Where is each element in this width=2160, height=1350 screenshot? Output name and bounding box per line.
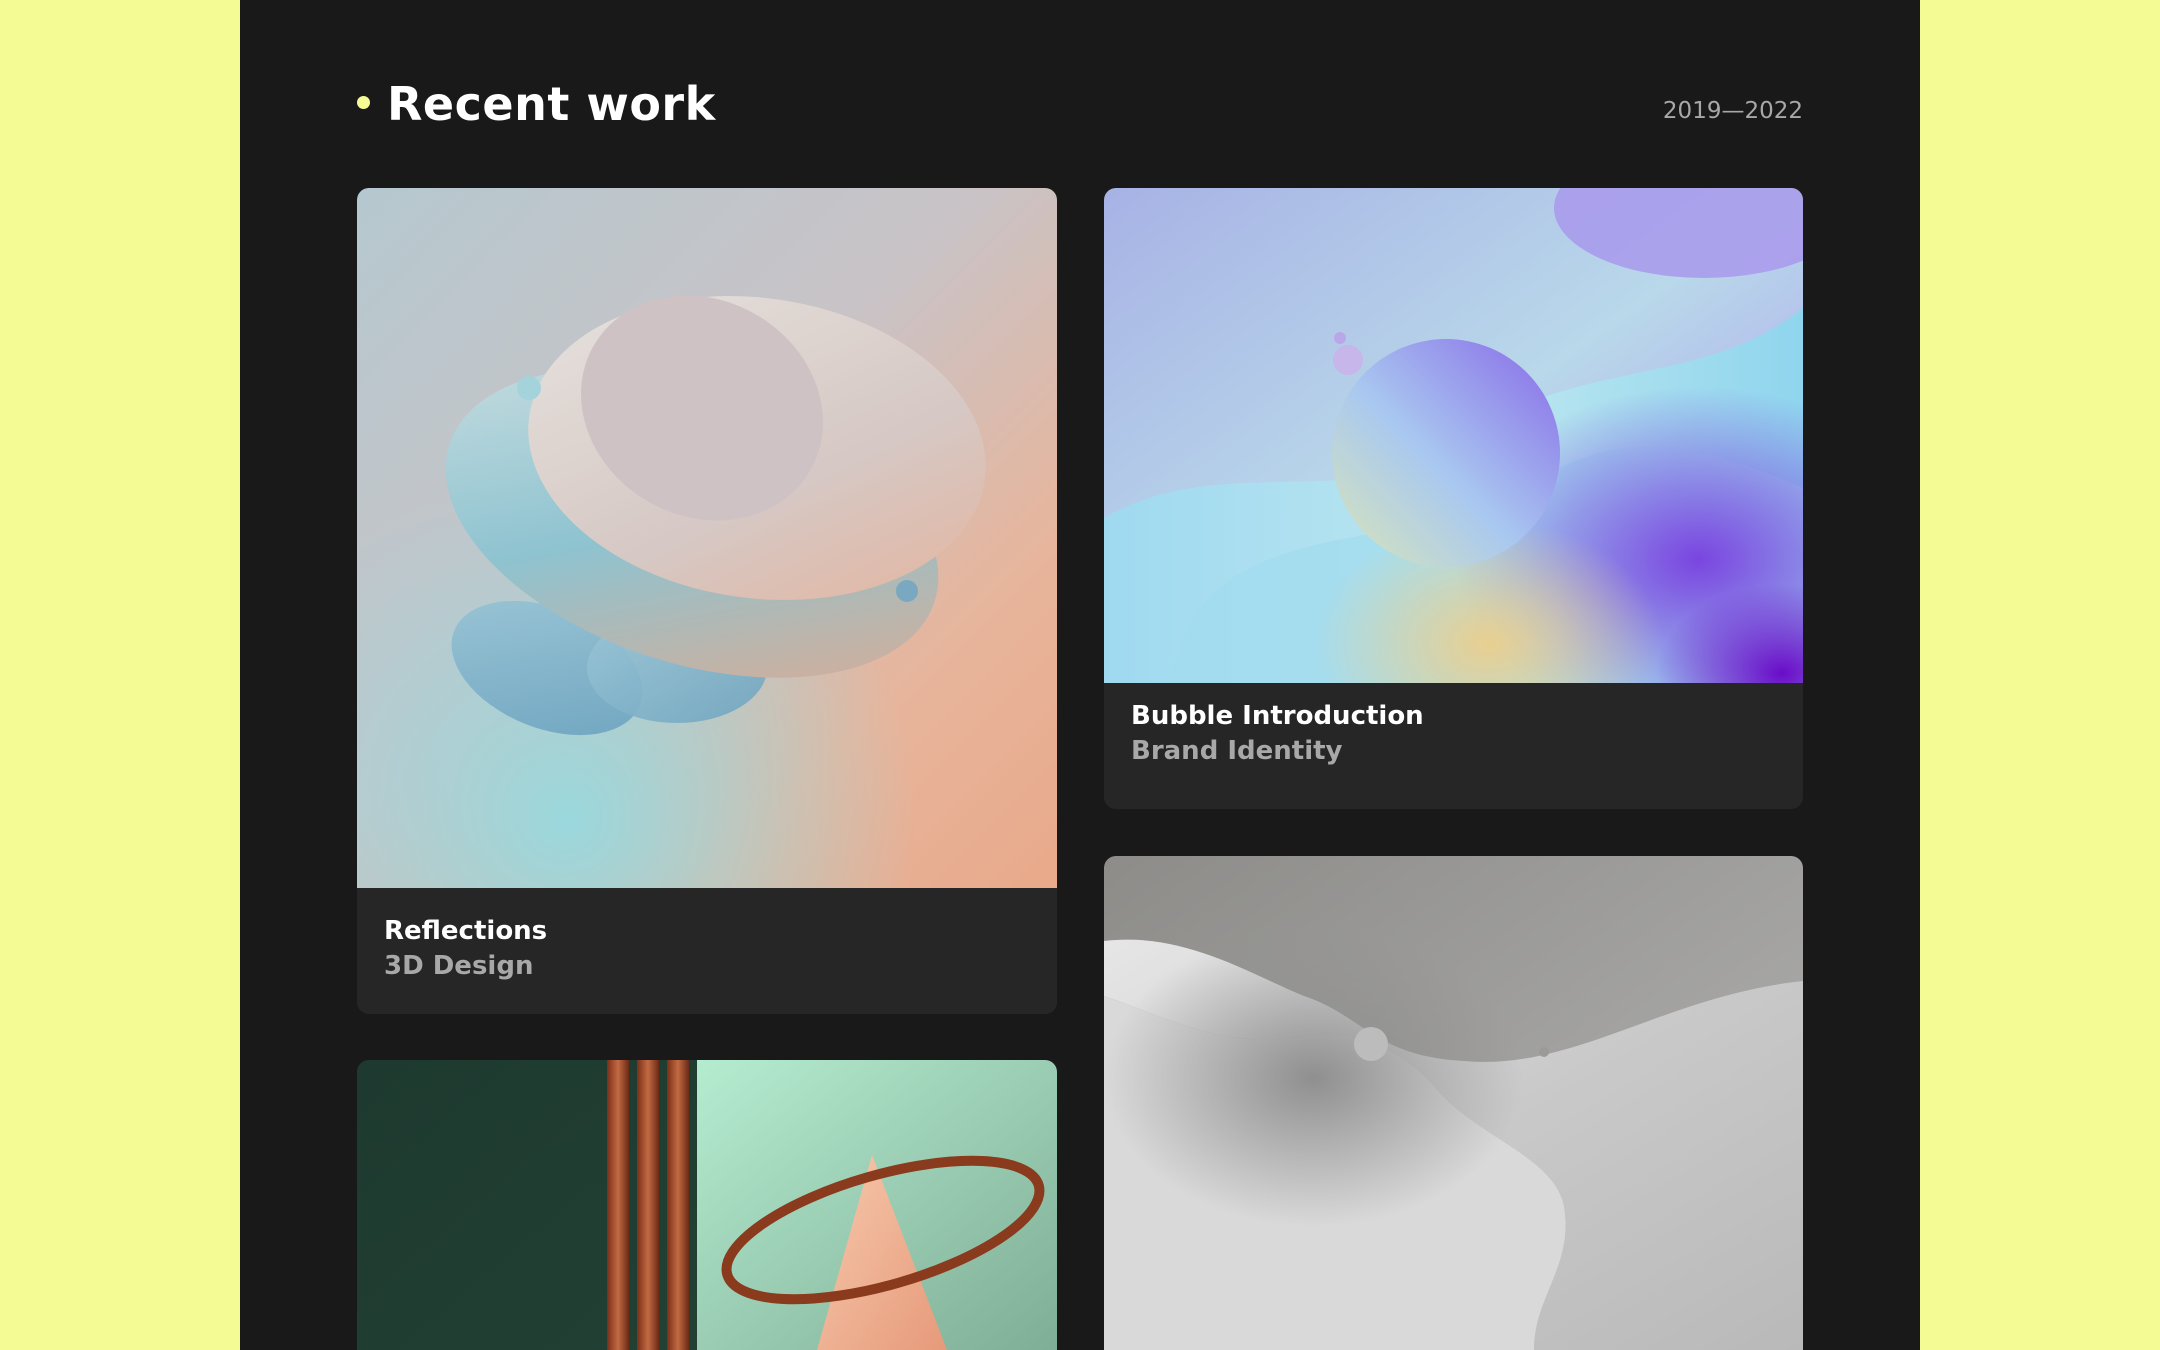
grey-fluid-artwork-image	[1104, 856, 1803, 1350]
project-title: Bubble Introduction	[1131, 701, 1424, 731]
project-card-grey-fluid[interactable]	[1104, 856, 1803, 1350]
reflections-caption: Reflections 3D Design	[357, 888, 1057, 1014]
project-category: Brand Identity	[1131, 736, 1343, 766]
project-card-copper-ring[interactable]	[357, 1060, 1057, 1350]
copper-ring-artwork-image	[357, 1060, 1057, 1350]
bubble-introduction-artwork-image	[1104, 188, 1803, 683]
date-range: 2019—2022	[1662, 98, 1803, 124]
bubble-introduction-caption: Bubble Introduction Brand Identity	[1104, 683, 1803, 809]
bullet-dot-icon	[357, 96, 370, 109]
project-card-reflections[interactable]: Reflections 3D Design	[357, 188, 1057, 1014]
project-title: Reflections	[384, 916, 548, 946]
project-category: 3D Design	[384, 951, 534, 981]
page-title: Recent work	[387, 77, 716, 131]
project-card-bubble-introduction[interactable]: Bubble Introduction Brand Identity	[1104, 188, 1803, 809]
reflections-artwork-image	[357, 188, 1057, 888]
